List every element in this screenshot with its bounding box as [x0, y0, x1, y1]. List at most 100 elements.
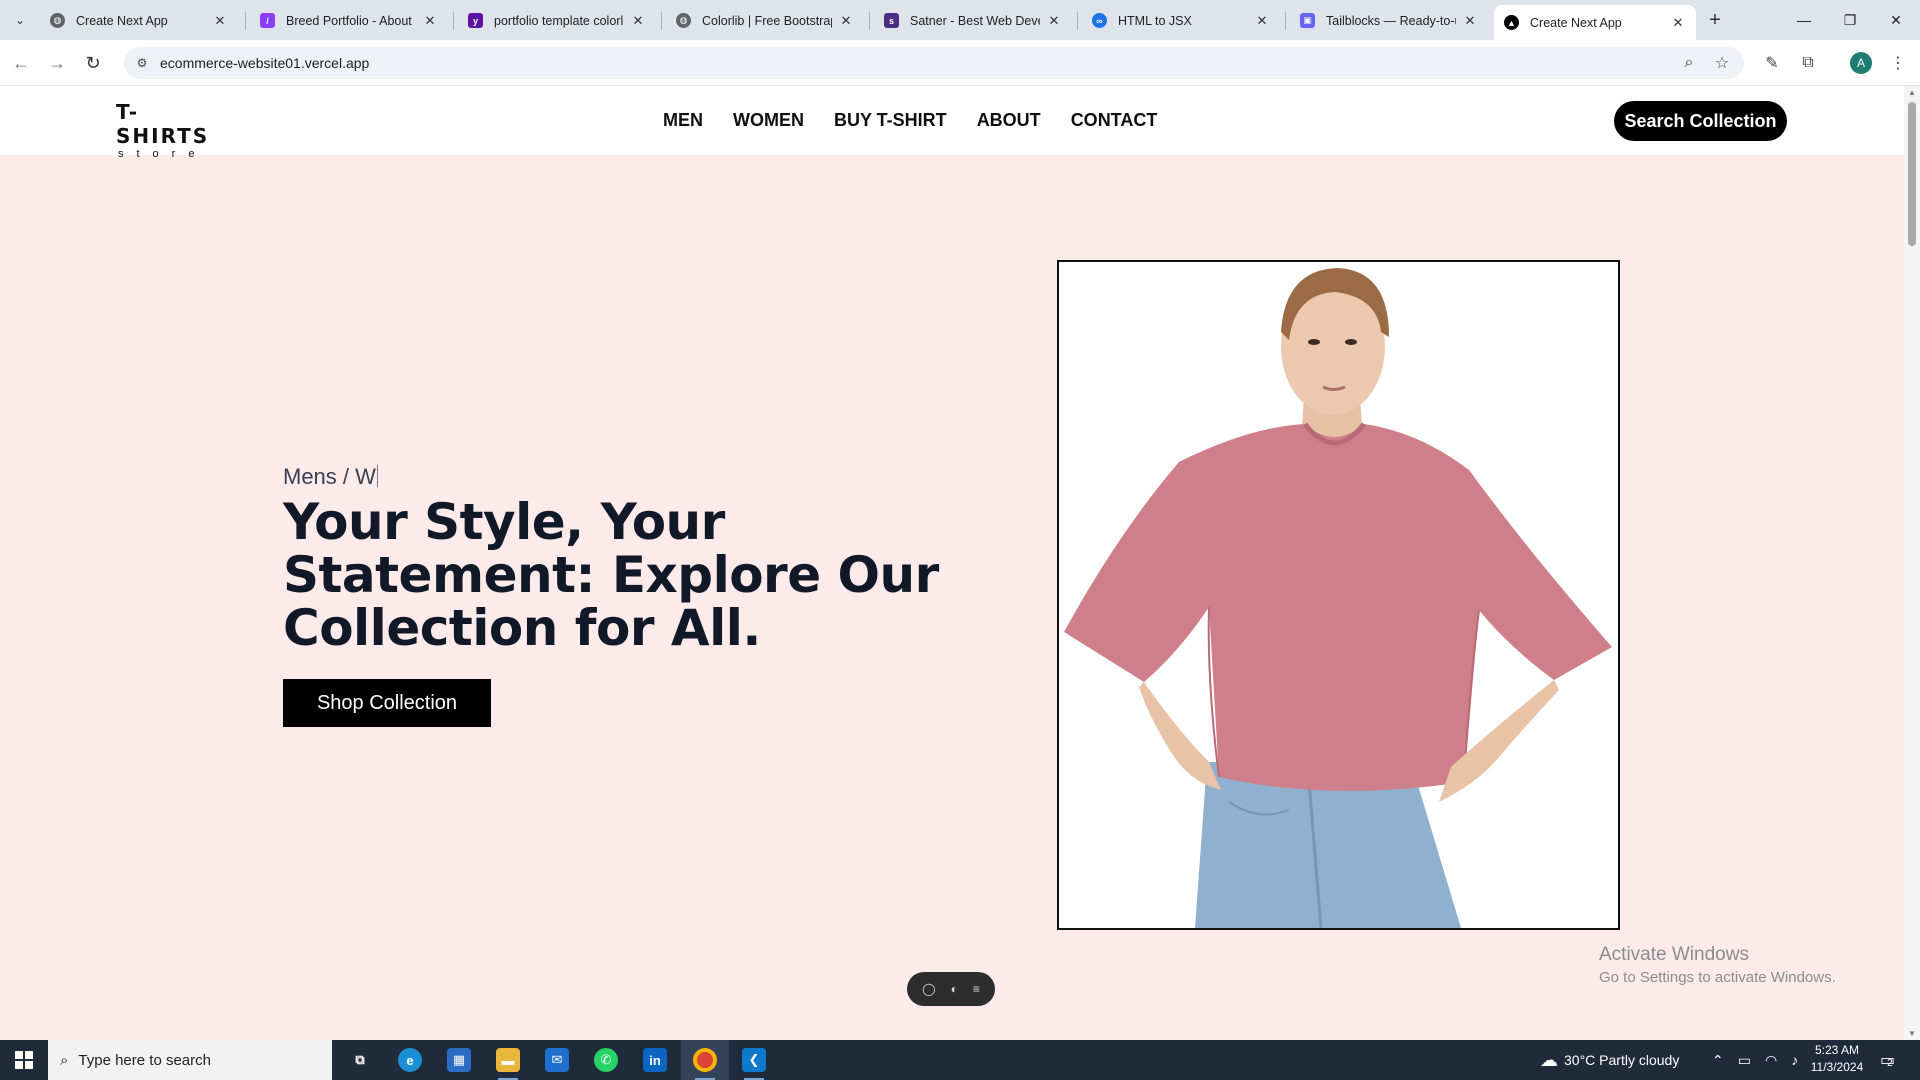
mail-icon[interactable]: ✉ — [533, 1040, 581, 1080]
task-view-icon[interactable]: ⧉ — [336, 1040, 384, 1080]
tab-separator — [453, 12, 454, 30]
reload-icon[interactable]: ↻ — [80, 50, 106, 76]
nav-link-contact[interactable]: CONTACT — [1071, 110, 1158, 131]
scrollbar-thumb[interactable] — [1908, 102, 1916, 246]
taskbar-clock[interactable]: 5:23 AM 11/3/2024 — [1792, 1042, 1882, 1076]
scroll-up-icon[interactable]: ▲ — [1908, 88, 1916, 97]
shop-collection-button[interactable]: Shop Collection — [283, 679, 491, 727]
nav-link-buy-tshirt[interactable]: BUY T-SHIRT — [834, 110, 947, 131]
transform-icon: ∞ — [1092, 13, 1107, 28]
tab-separator — [661, 12, 662, 30]
tab-title: Breed Portfolio - About — [286, 13, 412, 28]
close-icon[interactable]: ✕ — [1462, 13, 1478, 29]
window-close-icon[interactable]: ✕ — [1873, 0, 1919, 40]
windows-start-icon[interactable] — [0, 1040, 48, 1080]
extensions-puzzle-icon[interactable]: ⧉ — [1795, 50, 1821, 76]
forward-icon[interactable]: → — [44, 50, 70, 76]
address-bar[interactable]: ⚙ ecommerce-website01.vercel.app — [124, 47, 1744, 79]
tab-title: Tailblocks — Ready-to-use — [1326, 13, 1456, 28]
new-tab-icon[interactable]: + — [1703, 8, 1727, 32]
site-info-icon[interactable]: ⚙ — [132, 53, 152, 73]
hero-kicker: Mens / W — [283, 464, 1003, 490]
nav-link-men[interactable]: MEN — [663, 110, 703, 131]
browser-tab[interactable]: ◍ Colorlib | Free Bootstrap W ✕ — [666, 5, 864, 36]
toggle-icon[interactable]: ◐ — [951, 982, 958, 996]
tab-search-menu-icon[interactable]: ⌄ — [8, 8, 32, 32]
browser-tab[interactable]: s Satner - Best Web Develop ✕ — [874, 5, 1072, 36]
search-collection-button[interactable]: Search Collection — [1614, 101, 1787, 141]
linkedin-icon[interactable]: in — [631, 1040, 679, 1080]
close-icon[interactable]: ✕ — [1254, 13, 1270, 29]
scroll-down-icon[interactable]: ▼ — [1908, 1029, 1916, 1038]
close-icon[interactable]: ✕ — [1046, 13, 1062, 29]
menu-lines-icon[interactable]: ≡ — [973, 982, 980, 996]
browser-tab[interactable]: ◍ Create Next App ✕ — [40, 5, 238, 36]
taskbar-search[interactable]: ⌕ Type here to search — [48, 1040, 332, 1080]
network-icon[interactable]: ◠ — [1765, 1052, 1777, 1069]
page-scrollbar[interactable]: ▲ ▼ — [1904, 86, 1920, 1040]
browser-tab[interactable]: y portfolio template colorlib ✕ — [458, 5, 656, 36]
page-viewport: T-SHIRTS store MEN WOMEN BUY T-SHIRT ABO… — [0, 86, 1904, 1040]
zoom-icon[interactable]: ⌕ — [1676, 50, 1702, 76]
close-icon[interactable]: ✕ — [630, 13, 646, 29]
close-icon[interactable]: ✕ — [422, 13, 438, 29]
chevron-up-icon[interactable]: ⌃ — [1712, 1052, 1724, 1069]
notifications-icon[interactable]: ▭ 2 — [1880, 1040, 1895, 1080]
pen-extension-icon[interactable]: ✎ — [1759, 50, 1785, 76]
activate-subtitle: Go to Settings to activate Windows. — [1599, 969, 1836, 986]
vscode-icon[interactable]: ❮ — [730, 1040, 778, 1080]
chrome-icon[interactable] — [681, 1040, 729, 1080]
vercel-icon: ▲ — [1504, 15, 1519, 30]
yahoo-icon: y — [468, 13, 483, 28]
nav-link-about[interactable]: ABOUT — [977, 110, 1041, 131]
bookmark-star-icon[interactable]: ☆ — [1709, 50, 1735, 76]
floating-toolbar: ◯ ◐ ≡ — [907, 972, 995, 1006]
profile-avatar[interactable]: A — [1850, 52, 1872, 74]
meet-icon[interactable]: ▭ — [1738, 1052, 1751, 1069]
weather-widget[interactable]: ☁ 30°C Partly cloudy — [1540, 1040, 1679, 1080]
tab-title: Create Next App — [1530, 15, 1622, 30]
edge-icon[interactable]: e — [386, 1040, 434, 1080]
restore-icon[interactable]: ❐ — [1827, 0, 1873, 40]
tab-title: Create Next App — [76, 13, 168, 28]
close-icon[interactable]: ✕ — [212, 13, 228, 29]
tab-separator — [245, 12, 246, 30]
browser-tab-active[interactable]: ▲ Create Next App ✕ — [1494, 5, 1696, 40]
minimize-icon[interactable]: — — [1781, 0, 1827, 40]
logo-main-text: T-SHIRTS — [116, 100, 210, 148]
notification-count: 2 — [1887, 1057, 1893, 1069]
logo-sub-text: store — [118, 148, 208, 160]
tab-separator — [1285, 12, 1286, 30]
clock-date: 11/3/2024 — [1810, 1060, 1864, 1074]
hero-model-image — [1057, 260, 1620, 930]
taskbar-search-placeholder: Type here to search — [78, 1051, 211, 1069]
close-icon[interactable]: ✕ — [838, 13, 854, 29]
windows-taskbar: ⌕ Type here to search ⧉ e ▦ ▬ ✉ ✆ in ❮ ☁… — [0, 1040, 1920, 1080]
model-illustration — [1059, 262, 1618, 928]
browser-menu-icon[interactable]: ⋮ — [1885, 50, 1911, 76]
browser-tab[interactable]: / Breed Portfolio - About ✕ — [250, 5, 448, 36]
url-text[interactable]: ecommerce-website01.vercel.app — [160, 55, 369, 71]
browser-tab[interactable]: ∞ HTML to JSX ✕ — [1082, 5, 1280, 36]
activate-title: Activate Windows — [1599, 944, 1749, 965]
clock-time: 5:23 AM — [1814, 1043, 1860, 1057]
browser-tabstrip: ⌄ ◍ Create Next App ✕ / Breed Portfolio … — [0, 0, 1920, 40]
tailblocks-icon: ▣ — [1300, 13, 1315, 28]
back-icon[interactable]: ← — [8, 50, 34, 76]
browser-tab[interactable]: ▣ Tailblocks — Ready-to-use ✕ — [1290, 5, 1488, 36]
tab-separator — [869, 12, 870, 30]
framer-icon: / — [260, 13, 275, 28]
whatsapp-icon[interactable]: ✆ — [582, 1040, 630, 1080]
store-icon[interactable]: ▦ — [435, 1040, 483, 1080]
tab-title: HTML to JSX — [1118, 13, 1192, 28]
main-nav: MEN WOMEN BUY T-SHIRT ABOUT CONTACT — [663, 110, 1157, 131]
globe-icon: ◍ — [676, 13, 691, 28]
nav-link-women[interactable]: WOMEN — [733, 110, 804, 131]
file-explorer-icon[interactable]: ▬ — [484, 1040, 532, 1080]
site-logo[interactable]: T-SHIRTS store — [116, 100, 226, 160]
search-icon: ⌕ — [60, 1051, 69, 1069]
tab-title: Colorlib | Free Bootstrap W — [702, 13, 832, 28]
close-icon[interactable]: ✕ — [1670, 15, 1686, 31]
comment-icon[interactable]: ◯ — [922, 982, 935, 996]
weather-text: 30°C Partly cloudy — [1564, 1052, 1680, 1068]
